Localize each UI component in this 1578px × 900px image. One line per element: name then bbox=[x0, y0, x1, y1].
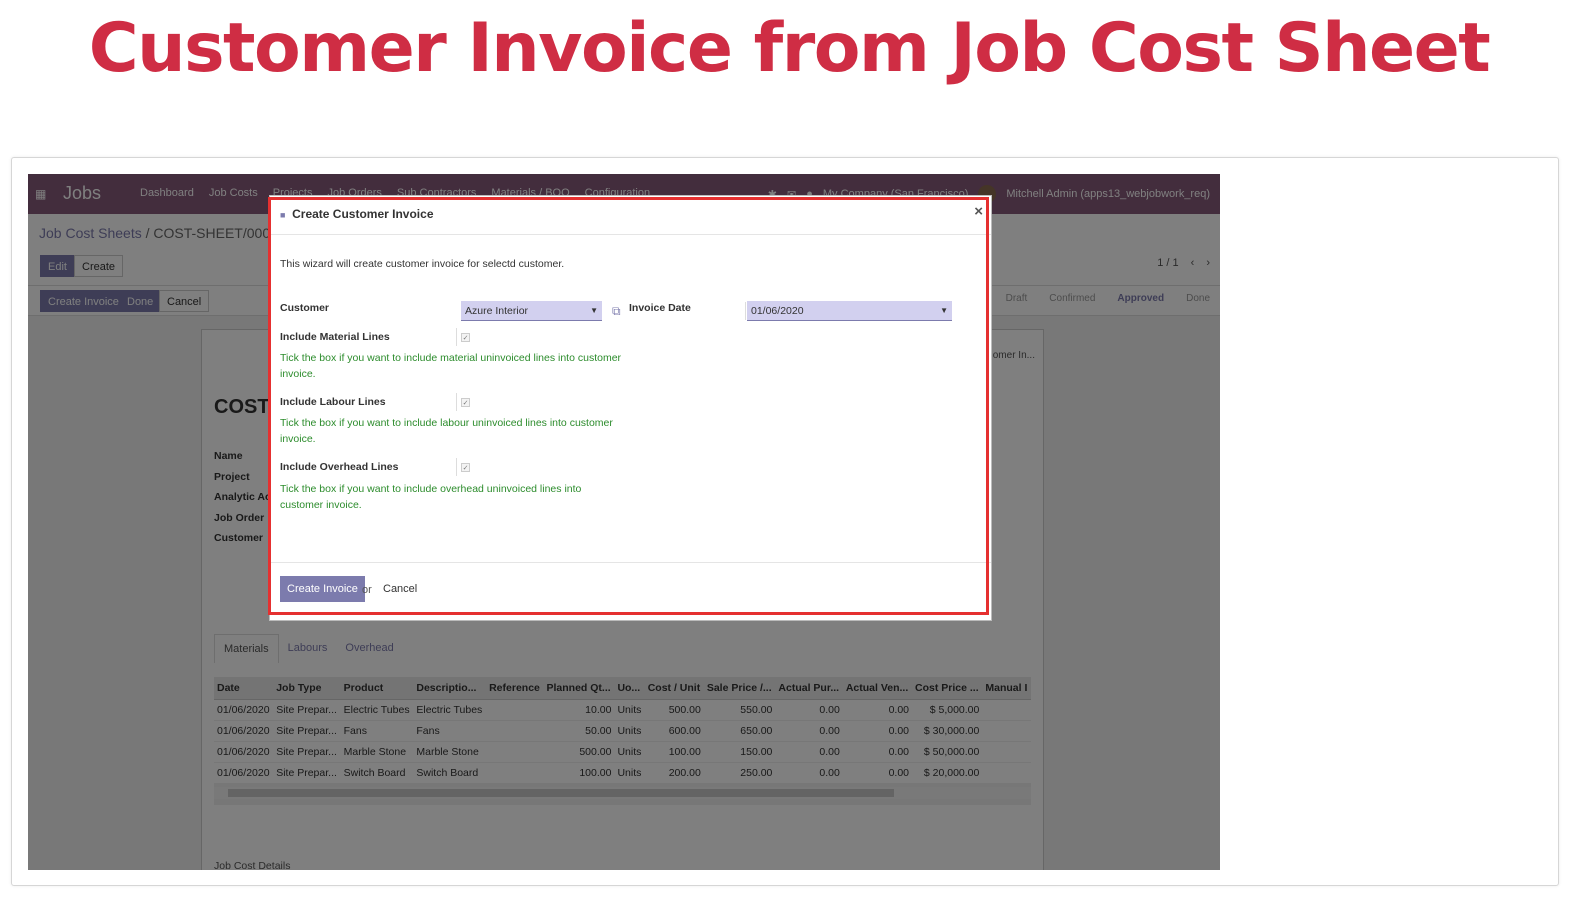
highlight-box bbox=[268, 197, 989, 615]
banner-title: Customer Invoice from Job Cost Sheet bbox=[88, 9, 1491, 88]
